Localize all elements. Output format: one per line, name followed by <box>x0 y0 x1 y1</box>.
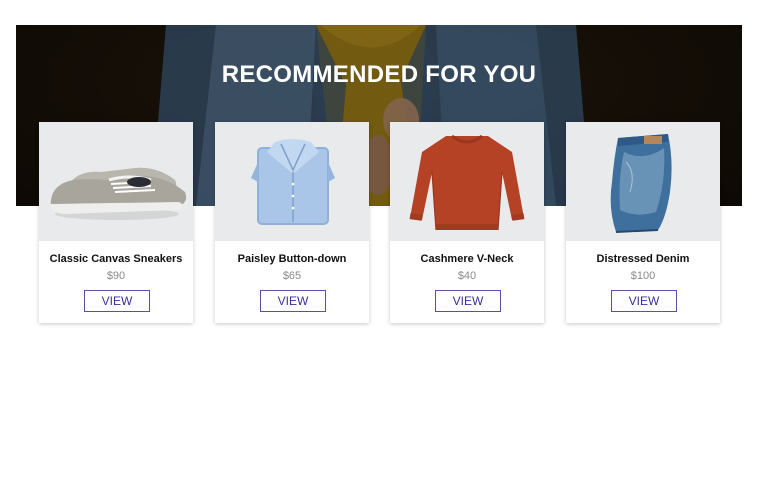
product-card[interactable]: Paisley Button-down $65 VIEW <box>215 122 369 323</box>
view-button[interactable]: VIEW <box>435 290 501 312</box>
view-button[interactable]: VIEW <box>611 290 677 312</box>
page-title: RECOMMENDED FOR YOU <box>221 61 537 88</box>
product-price: $65 <box>282 270 302 282</box>
sneakers-image[interactable] <box>39 122 193 241</box>
view-button[interactable]: VIEW <box>84 290 150 312</box>
product-name: Distressed Denim <box>596 253 690 265</box>
product-name: Paisley Button-down <box>237 253 347 265</box>
shirt-image[interactable] <box>215 122 369 241</box>
jeans-image[interactable] <box>566 122 720 241</box>
recommendations-page: RECOMMENDED FOR YOU Classic Canvas Sneak… <box>0 0 758 493</box>
product-grid: Classic Canvas Sneakers $90 VIEW Paisley… <box>39 122 721 324</box>
product-name: Cashmere V-Neck <box>420 253 514 265</box>
product-card[interactable]: Classic Canvas Sneakers $90 VIEW <box>39 122 193 323</box>
product-card[interactable]: Distressed Denim $100 VIEW <box>566 122 720 323</box>
view-button[interactable]: VIEW <box>260 290 326 312</box>
product-price: $40 <box>457 270 477 282</box>
sweater-image[interactable] <box>390 122 544 241</box>
product-name: Classic Canvas Sneakers <box>49 253 183 265</box>
product-price: $90 <box>106 270 126 282</box>
product-price: $100 <box>630 270 656 282</box>
product-card[interactable]: Cashmere V-Neck $40 VIEW <box>390 122 544 323</box>
